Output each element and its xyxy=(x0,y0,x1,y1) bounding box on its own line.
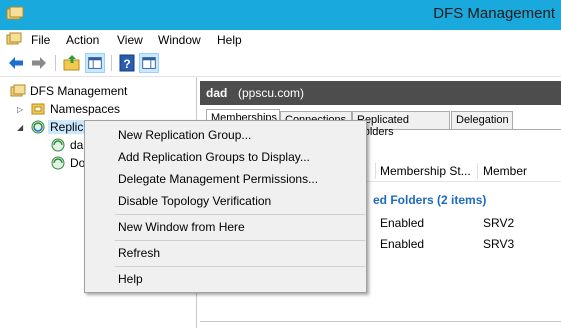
svg-text:?: ? xyxy=(123,57,130,71)
title-bar: DFS Management xyxy=(0,0,561,30)
menu-separator xyxy=(115,214,365,215)
forward-arrow-icon[interactable] xyxy=(29,53,49,73)
toolbar-separator xyxy=(55,55,56,71)
menu-item-label: Help xyxy=(118,272,143,286)
menu-item-label: Disable Topology Verification xyxy=(118,194,272,208)
context-menu: New Replication Group... Add Replication… xyxy=(84,120,367,293)
show-hide-action-pane-icon[interactable] xyxy=(139,53,159,73)
menu-item-new-replication-group[interactable]: New Replication Group... xyxy=(85,124,366,146)
namespaces-icon xyxy=(31,103,45,115)
membership-status: Enabled xyxy=(380,216,425,230)
tab-delegation[interactable]: Delegation xyxy=(451,111,513,129)
column-member[interactable]: Member xyxy=(483,164,527,178)
dfs-management-app-icon xyxy=(6,6,24,20)
dfs-management-icon xyxy=(10,84,26,97)
menu-item-new-window-from-here[interactable]: New Window from Here xyxy=(85,216,366,238)
member-name: SRV3 xyxy=(483,237,515,251)
menu-action[interactable]: Action xyxy=(66,33,99,47)
replication-icon xyxy=(31,120,45,134)
up-folder-icon[interactable] xyxy=(62,53,82,73)
membership-status: Enabled xyxy=(380,237,425,251)
help-icon[interactable]: ? xyxy=(117,53,137,73)
menu-item-label: New Replication Group... xyxy=(118,128,252,142)
menu-separator xyxy=(115,266,365,267)
column-separator[interactable] xyxy=(375,163,376,179)
menu-file[interactable]: File xyxy=(31,33,50,47)
expand-arrow-icon[interactable]: ▷ xyxy=(17,105,23,114)
menu-view[interactable]: View xyxy=(117,33,143,47)
details-node-domain: (ppscu.com) xyxy=(238,86,305,100)
tree-label: Replic xyxy=(48,120,86,134)
tree-label: da xyxy=(70,138,84,152)
column-separator[interactable] xyxy=(477,163,478,179)
menu-item-refresh[interactable]: Refresh xyxy=(85,242,366,264)
collapse-arrow-icon[interactable]: ◢ xyxy=(17,123,23,132)
menu-item-disable-topology-verification[interactable]: Disable Topology Verification xyxy=(85,190,366,212)
window-title: DFS Management xyxy=(433,5,555,22)
menu-separator xyxy=(115,240,365,241)
menu-item-add-replication-groups[interactable]: Add Replication Groups to Display... xyxy=(85,146,366,168)
tree-label: DFS Management xyxy=(30,84,128,98)
tree-label: Namespaces xyxy=(50,102,121,116)
toolbar-separator xyxy=(111,55,112,71)
menu-item-delegate-permissions[interactable]: Delegate Management Permissions... xyxy=(85,168,366,190)
column-membership-status[interactable]: Membership St... xyxy=(380,164,471,178)
menu-bar: File Action View Window Help xyxy=(0,30,561,50)
menu-help[interactable]: Help xyxy=(217,33,242,47)
replication-group-icon xyxy=(51,156,65,170)
member-name: SRV2 xyxy=(483,216,515,230)
menu-item-label: Delegate Management Permissions... xyxy=(118,172,319,186)
show-hide-console-tree-icon[interactable] xyxy=(85,53,105,73)
toolbar: ? xyxy=(0,50,561,77)
replication-group-icon xyxy=(51,138,65,152)
menu-item-label: New Window from Here xyxy=(118,220,245,234)
mmc-document-icon[interactable] xyxy=(6,32,22,48)
menu-item-label: Refresh xyxy=(118,246,161,260)
details-header: dad (ppscu.com) xyxy=(200,81,561,105)
details-node-name: dad xyxy=(206,86,228,100)
menu-item-help[interactable]: Help xyxy=(85,268,366,290)
menu-window[interactable]: Window xyxy=(158,33,201,47)
back-arrow-icon[interactable] xyxy=(6,53,26,73)
group-header-replicated-folders[interactable]: ed Folders (2 items) xyxy=(373,193,486,207)
menu-item-label: Add Replication Groups to Display... xyxy=(118,150,310,164)
